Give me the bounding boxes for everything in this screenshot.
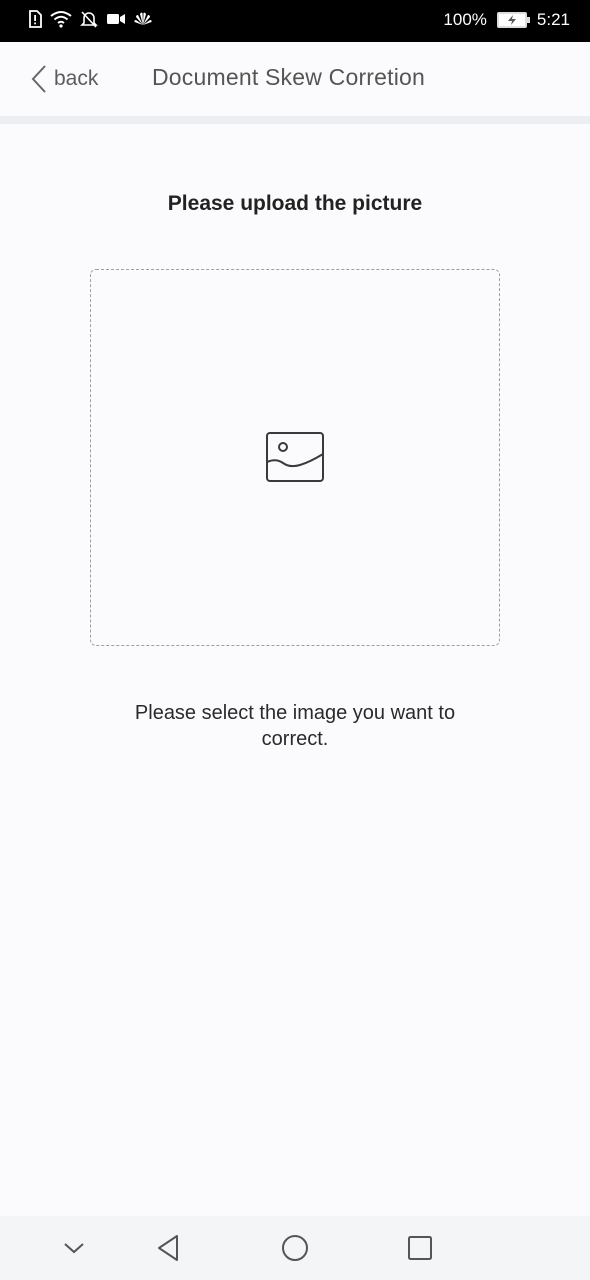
page-title: Document Skew Corretion [152,64,426,90]
status-bar: 100% 5:21 [0,0,590,42]
clock: 5:21 [536,10,570,29]
battery-icon [496,12,530,28]
wifi-icon [50,11,72,28]
mute-icon [80,11,98,28]
video-icon [107,14,125,24]
nav-back-icon [158,1235,178,1261]
nav-recents-icon [408,1236,432,1260]
chevron-left-icon [31,65,46,93]
system-nav-bar [0,1216,590,1280]
huawei-icon [134,12,152,25]
nav-home-icon [282,1235,308,1261]
image-upload-area[interactable] [90,269,500,646]
back-button[interactable]: back [30,64,98,94]
chevron-down-icon [64,1243,84,1254]
status-icons [28,10,152,28]
upload-heading: Please upload the picture [167,192,423,215]
nav-back-button[interactable] [150,1230,186,1266]
upload-hint: Please select the image you want to corr… [134,702,456,750]
image-placeholder-icon [266,432,324,482]
status-right: 100% 5:21 [443,10,570,30]
sim-alert-icon [29,10,42,28]
header-divider [0,116,590,124]
nav-down-button[interactable] [56,1230,92,1266]
app-header: back Document Skew Corretion [0,42,590,116]
nav-recents-button[interactable] [402,1230,438,1266]
back-label: back [54,67,99,90]
battery-percent: 100% [443,10,487,29]
nav-home-button[interactable] [277,1230,313,1266]
